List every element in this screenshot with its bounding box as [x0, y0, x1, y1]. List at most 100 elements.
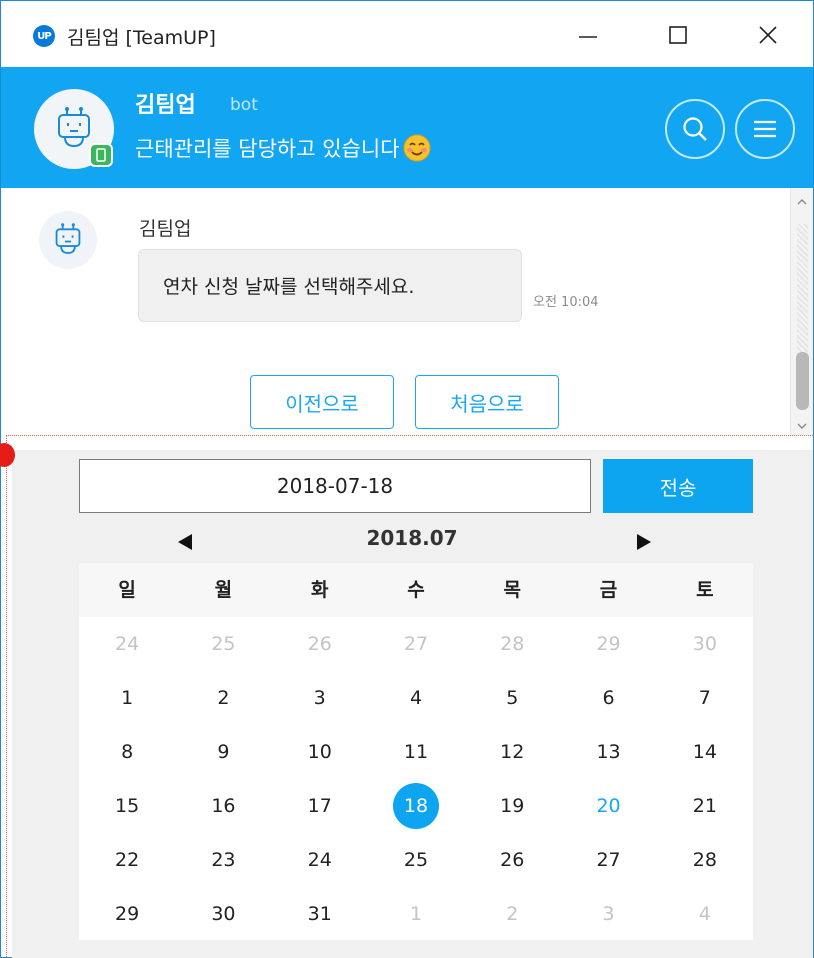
calendar-day[interactable]: 7	[657, 671, 753, 725]
day-number: 21	[692, 795, 717, 817]
calendar-day[interactable]: 3	[272, 671, 368, 725]
weekday-fri: 금	[599, 579, 618, 601]
calendar-day-outside[interactable]: 27	[368, 617, 464, 671]
day-number: 28	[692, 849, 717, 871]
day-number: 7	[698, 687, 711, 709]
calendar-day[interactable]: 4	[368, 671, 464, 725]
message-list[interactable]: 김팀업 연차 신청 날짜를 선택해주세요. 오전 10:04 이전으로 처음으로	[1, 188, 813, 435]
day-number: 31	[307, 903, 332, 925]
day-number: 12	[500, 741, 525, 763]
calendar-week: 8 9 10 11 12 13 14	[79, 725, 753, 779]
day-number: 6	[602, 687, 615, 709]
calendar-day[interactable]: 9	[175, 725, 271, 779]
bot-name: 김팀업	[135, 93, 196, 118]
message-time: 오전 10:04	[533, 295, 599, 310]
calendar-day-outside[interactable]: 28	[464, 617, 560, 671]
day-number: 29	[115, 903, 140, 925]
window-title: 김팀업 [TeamUP]	[67, 27, 216, 49]
calendar-day[interactable]: 5	[464, 671, 560, 725]
message-bubble: 연차 신청 날짜를 선택해주세요.	[138, 249, 522, 322]
search-button[interactable]	[665, 99, 725, 159]
day-number: 26	[500, 849, 525, 871]
scroll-up-button[interactable]	[796, 196, 808, 206]
calendar-day[interactable]: 17	[272, 779, 368, 833]
calendar-day[interactable]: 1	[79, 671, 175, 725]
calendar-week: 24 25 26 27 28 29 30	[79, 617, 753, 671]
calendar-day-outside[interactable]: 30	[657, 617, 753, 671]
search-icon	[683, 117, 707, 141]
calendar-day[interactable]: 23	[175, 833, 271, 887]
calendar-day-outside[interactable]: 29	[560, 617, 656, 671]
scroll-down-button[interactable]	[796, 421, 808, 431]
calendar-day[interactable]: 21	[657, 779, 753, 833]
calendar-day[interactable]: 26	[464, 833, 560, 887]
title-bar: UP 김팀업 [TeamUP]	[1, 1, 813, 67]
weekday-header: 일 월 화 수 목 금 토	[79, 563, 753, 617]
robot-icon	[55, 223, 81, 254]
calendar-day[interactable]: 28	[657, 833, 753, 887]
day-number: 26	[307, 633, 332, 655]
calendar-day[interactable]: 25	[368, 833, 464, 887]
calendar-day[interactable]: 29	[79, 887, 175, 941]
calendar-day[interactable]: 27	[560, 833, 656, 887]
message-avatar[interactable]	[39, 211, 97, 269]
calendar-day[interactable]: 31	[272, 887, 368, 941]
calendar-day-outside[interactable]: 25	[175, 617, 271, 671]
minimize-button[interactable]	[563, 15, 613, 55]
message-sender: 김팀업	[139, 218, 192, 240]
day-number: 25	[211, 633, 236, 655]
bot-tag: bot	[230, 95, 258, 115]
calendar-day-outside[interactable]: 24	[79, 617, 175, 671]
weekday-sun: 일	[118, 579, 136, 601]
calendar-day[interactable]: 11	[368, 725, 464, 779]
triangle-left-icon	[178, 534, 192, 550]
previous-button[interactable]: 이전으로	[250, 375, 394, 429]
calendar-day[interactable]: 13	[560, 725, 656, 779]
scroll-thumb[interactable]	[796, 352, 809, 410]
calendar-day-outside[interactable]: 2	[464, 887, 560, 941]
send-button[interactable]: 전송	[603, 459, 753, 513]
message-scrollbar[interactable]	[790, 188, 813, 435]
day-number: 15	[115, 795, 140, 817]
close-button[interactable]	[743, 15, 793, 55]
calendar-day-selected[interactable]: 18	[368, 779, 464, 833]
weekday-tue: 화	[310, 579, 329, 601]
go-to-start-button[interactable]: 처음으로	[415, 375, 559, 429]
calendar-day[interactable]: 14	[657, 725, 753, 779]
calendar-day[interactable]: 30	[175, 887, 271, 941]
day-number: 17	[307, 795, 332, 817]
calendar-day-today[interactable]: 20	[560, 779, 656, 833]
calendar-day[interactable]: 22	[79, 833, 175, 887]
day-number: 19	[500, 795, 525, 817]
hamburger-menu-icon	[754, 120, 776, 138]
month-label: 2018.07	[366, 526, 458, 550]
calendar-day[interactable]: 16	[175, 779, 271, 833]
previous-month-button[interactable]	[175, 532, 195, 552]
day-number: 4	[698, 903, 711, 925]
calendar-day[interactable]: 24	[272, 833, 368, 887]
calendar-day-outside[interactable]: 3	[560, 887, 656, 941]
calendar-day[interactable]: 15	[79, 779, 175, 833]
calendar-day[interactable]: 10	[272, 725, 368, 779]
calendar-day-outside[interactable]: 26	[272, 617, 368, 671]
calendar-day[interactable]: 6	[560, 671, 656, 725]
calendar-day[interactable]: 12	[464, 725, 560, 779]
day-number: 10	[307, 741, 332, 763]
next-month-button[interactable]	[634, 532, 654, 552]
date-input[interactable]	[79, 459, 591, 513]
day-number: 8	[121, 741, 134, 763]
teamup-logo-icon: UP	[33, 25, 55, 47]
menu-button[interactable]	[735, 99, 795, 159]
scroll-track[interactable]	[797, 224, 808, 354]
calendar-day[interactable]: 2	[175, 671, 271, 725]
weekday-thu: 목	[503, 579, 521, 601]
calendar-day[interactable]: 8	[79, 725, 175, 779]
calendar-day-outside[interactable]: 4	[657, 887, 753, 941]
calendar-day[interactable]: 19	[464, 779, 560, 833]
calendar-day-outside[interactable]: 1	[368, 887, 464, 941]
weekday-wed: 수	[407, 579, 425, 601]
bot-status-text: 근태관리를 담당하고 있습니다	[135, 137, 400, 161]
day-number: 2	[506, 903, 519, 925]
day-number: 16	[211, 795, 236, 817]
maximize-button[interactable]	[653, 15, 703, 55]
